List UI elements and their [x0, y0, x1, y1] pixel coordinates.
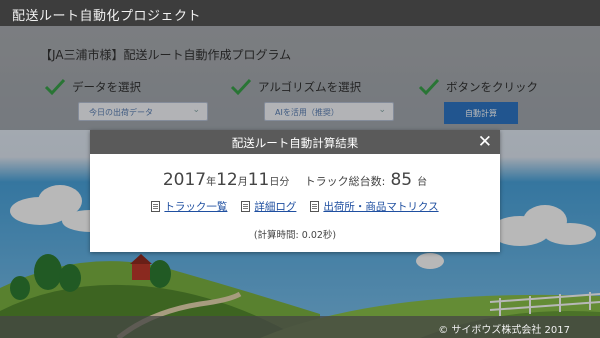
- modal-header: 配送ルート自動計算結果 ✕: [90, 130, 500, 154]
- truck-unit: 台: [417, 177, 428, 188]
- document-icon: [310, 201, 320, 212]
- close-icon[interactable]: ✕: [478, 131, 492, 153]
- detail-log-link[interactable]: 詳細ログ: [254, 199, 296, 214]
- date-year: 2017: [162, 170, 207, 190]
- document-icon: [151, 201, 161, 212]
- app-title-bar: 配送ルート自動化プロジェクト: [0, 0, 600, 26]
- overlay-dim-top: [0, 26, 600, 130]
- truck-label: トラック総台数:: [304, 175, 386, 188]
- truck-list-link[interactable]: トラック一覧: [164, 199, 227, 214]
- year-unit: 年: [206, 177, 217, 188]
- date-month: 12: [216, 170, 238, 190]
- result-modal: 配送ルート自動計算結果 ✕ 2017年12月11日分 トラック総台数: 85 台…: [90, 130, 500, 252]
- copyright: © サイボウズ株式会社 2017: [438, 325, 570, 336]
- month-unit: 月: [237, 177, 248, 188]
- link-truck-list[interactable]: トラック一覧: [151, 199, 227, 214]
- result-summary: 2017年12月11日分 トラック総台数: 85 台: [90, 170, 500, 190]
- link-detail-log[interactable]: 詳細ログ: [241, 199, 296, 214]
- app-title: 配送ルート自動化プロジェクト: [12, 9, 202, 24]
- link-product-matrix[interactable]: 出荷所・商品マトリクス: [310, 199, 439, 214]
- calc-time: (計算時間: 0.02秒): [253, 230, 337, 241]
- document-icon: [241, 201, 251, 212]
- product-matrix-link[interactable]: 出荷所・商品マトリクス: [323, 199, 438, 214]
- modal-title: 配送ルート自動計算結果: [231, 136, 359, 150]
- result-links: トラック一覧 詳細ログ 出荷所・商品マトリクス: [90, 199, 500, 214]
- day-unit: 日分: [269, 177, 290, 188]
- date-day: 11: [247, 170, 270, 190]
- footer: © サイボウズ株式会社 2017: [0, 316, 600, 338]
- truck-count: 85: [390, 170, 413, 190]
